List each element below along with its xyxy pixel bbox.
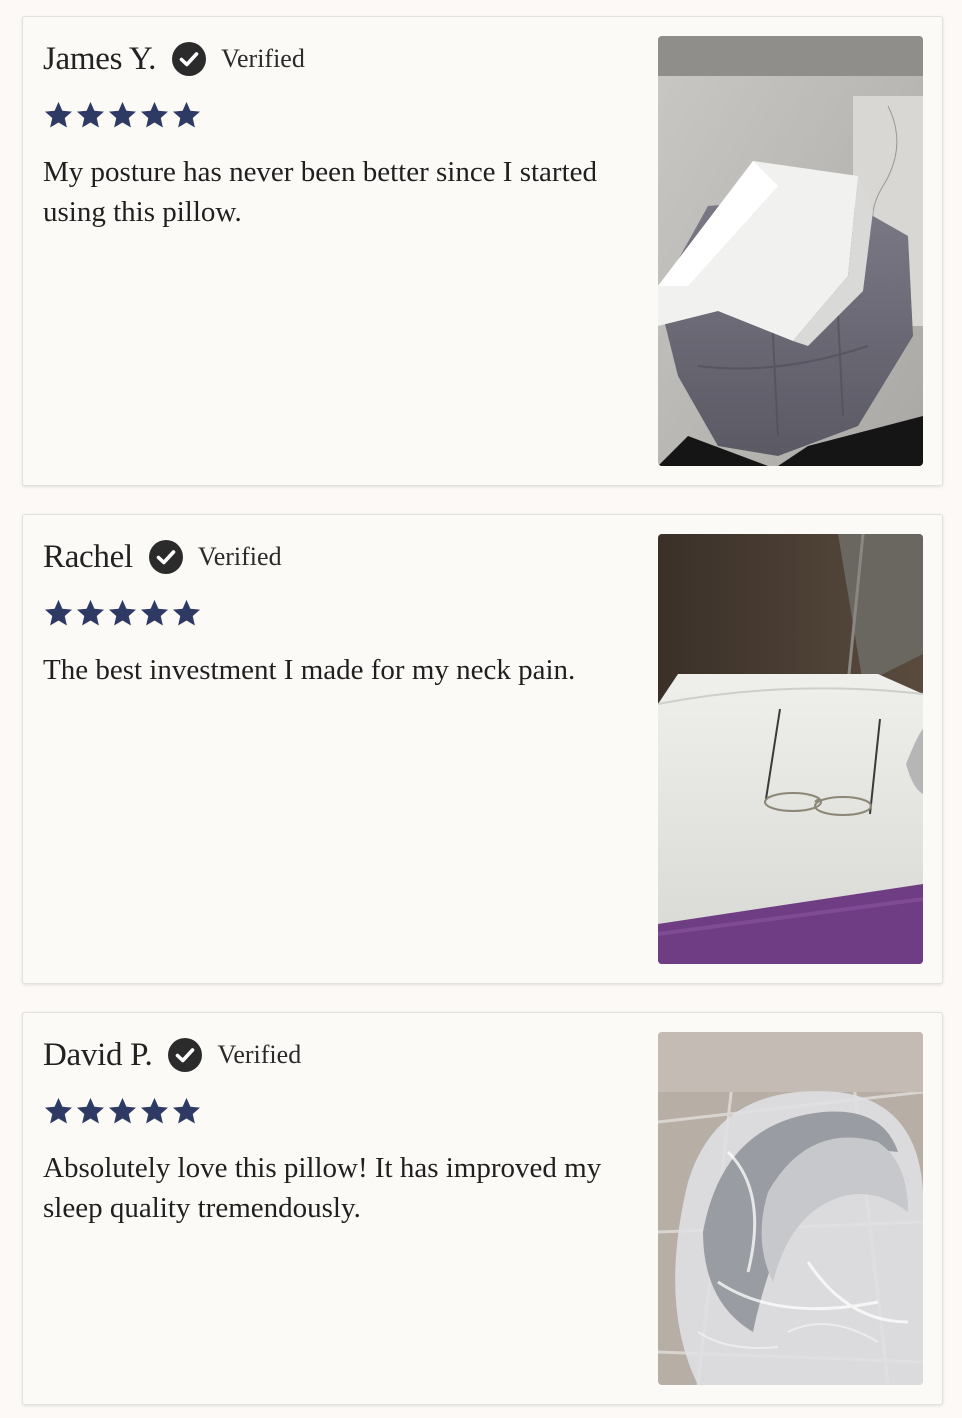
star-icon [173,599,200,626]
star-icon [141,1097,168,1124]
star-icon [109,101,136,128]
pillow-on-cushion-photo[interactable] [658,36,923,466]
star-icon [109,599,136,626]
reviewer-name: David P. [43,1036,153,1073]
review-header: David P. Verified [43,1035,633,1075]
reviews-list: James Y. Verified My posture has never b… [0,0,962,1418]
verified-check-icon [168,1038,203,1072]
star-icon [77,599,104,626]
pillow-with-glasses-photo[interactable] [658,534,923,964]
star-icon [141,599,168,626]
pillow-in-plastic-bag-photo[interactable] [658,1032,923,1385]
star-icon [77,101,104,128]
star-rating [43,100,633,130]
star-icon [77,1097,104,1124]
verified-check-icon [148,540,183,574]
star-icon [109,1097,136,1124]
review-card: James Y. Verified My posture has never b… [22,16,943,486]
verified-label: Verified [217,1040,302,1069]
verified-label: Verified [221,44,305,73]
star-rating [43,598,633,628]
review-text: My posture has never been better since I… [43,156,598,228]
review-text: The best investment I made for my neck p… [43,654,576,686]
review-content: David P. Verified Absolutely love this p… [43,1035,633,1228]
review-header: Rachel Verified [43,537,633,577]
star-icon [173,1097,200,1124]
star-icon [45,599,72,626]
review-content: James Y. Verified My posture has never b… [43,39,633,232]
star-icon [45,1097,72,1124]
review-text: Absolutely love this pillow! It has impr… [43,1152,602,1224]
review-card: Rachel Verified The best investment I ma… [22,514,943,984]
star-icon [173,101,200,128]
verified-label: Verified [197,542,282,571]
star-icon [141,101,168,128]
review-card: David P. Verified Absolutely love this p… [22,1012,943,1405]
reviewer-name: James Y. [43,40,157,77]
reviewer-name: Rachel [43,538,133,575]
verified-check-icon [172,42,207,76]
star-rating [43,1096,633,1126]
star-icon [45,101,72,128]
review-header: James Y. Verified [43,39,633,79]
review-content: Rachel Verified The best investment I ma… [43,537,633,690]
